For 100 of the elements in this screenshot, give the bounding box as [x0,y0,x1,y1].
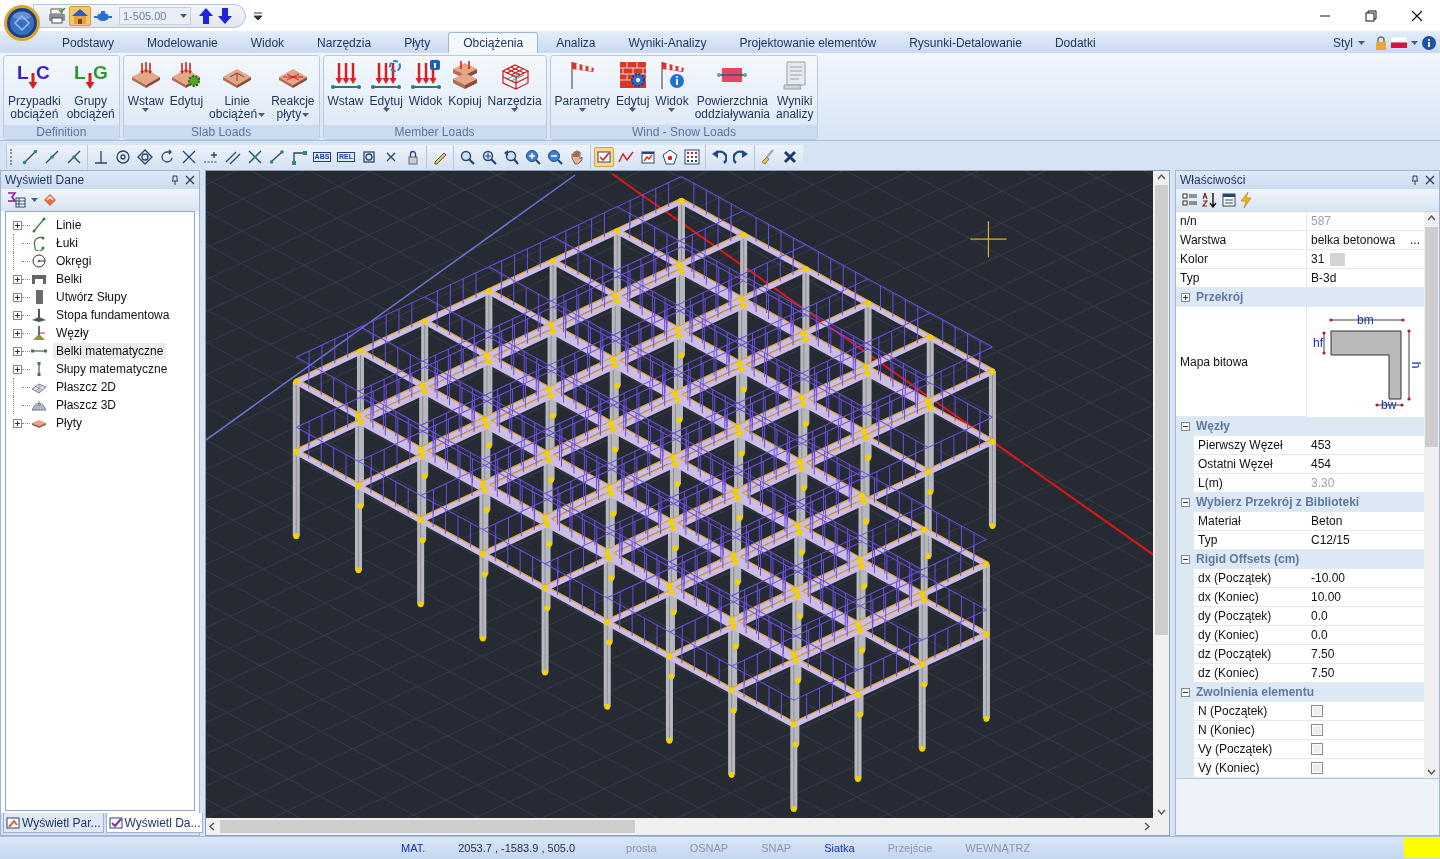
status-indicator [1404,838,1440,858]
ribbon-tab[interactable]: Dodatki [1039,32,1111,53]
tree-item[interactable]: Płaszcz 3D [53,397,120,413]
ribbon-button[interactable]: L C Przypadki obciążeń [5,58,64,122]
tree-item[interactable]: Płyty [53,415,85,431]
group-label: Slab Loads [123,125,319,139]
ribbon-button[interactable]: Edytuj [612,58,653,113]
panel-tab[interactable]: Wyświetl Par... [3,813,104,833]
category-label: Zwolnienia elementu [1196,685,1315,699]
property-value[interactable]: 31 [1311,252,1325,266]
expand-icon[interactable] [13,310,22,320]
ribbon-button[interactable]: Reakcje płyty [268,58,318,122]
ribbon-button[interactable]: Linie obciążeń [206,58,269,122]
ribbon-button[interactable]: Widok [405,58,446,109]
ribbon-tab[interactable]: Projektowanie elementów [724,32,892,53]
down-arrow-icon[interactable] [217,6,233,25]
ribbon-tab[interactable]: Analiza [541,32,611,53]
expand-icon[interactable] [1181,292,1190,302]
ribbon-button[interactable]: L G Grupy obciążeń [63,58,118,122]
ribbon-tab[interactable]: Widok [235,32,300,53]
close-icon[interactable] [185,175,195,185]
close-icon[interactable] [1425,175,1435,185]
ribbon-button[interactable]: Wyniki analizy [773,58,817,122]
expand-icon[interactable] [13,328,22,338]
collapse-icon[interactable] [1181,497,1190,507]
ribbon-tab[interactable]: Płyty [389,32,446,53]
tree-item[interactable]: Utwórz Słupy [53,289,130,305]
teapot-icon[interactable] [94,8,112,23]
ribbon-button[interactable]: Wstaw [324,58,367,109]
toolbar-grip[interactable] [10,149,15,165]
tree-item[interactable]: Okręgi [53,253,95,269]
ribbon-tab[interactable]: Rysunki-Detalowanie [894,32,1037,53]
scroll-thumb[interactable] [220,820,635,833]
category-label: Rigid Offsets (cm) [1196,552,1300,566]
pin-icon[interactable] [1411,175,1419,185]
ribbon-tab[interactable]: Narzędzia [302,32,387,53]
ribbon-button[interactable]: Edytuj [366,58,406,113]
expand-icon[interactable] [13,220,22,230]
expand-icon[interactable] [13,418,22,428]
tree-item[interactable]: Stopa fundamentowa [53,307,173,323]
viewport[interactable] [205,170,1170,836]
checklist-icon [108,815,123,830]
house-icon[interactable] [69,5,91,26]
checkbox[interactable] [1311,743,1323,755]
status-toggle[interactable]: MAT. [401,842,426,854]
checkbox[interactable] [1311,705,1323,717]
tree-item[interactable]: Linie [53,217,85,233]
circle-icon [31,253,47,269]
panel-tab[interactable]: Wyświetl Da... [105,813,204,833]
ribbon-button[interactable]: Parametry [551,58,613,113]
group-label: Wind - Snow Loads [550,125,818,139]
collapse-icon[interactable] [1181,554,1190,564]
flag-icon[interactable] [1391,37,1407,48]
collapse-icon[interactable] [1181,421,1190,431]
ribbon-tab[interactable]: Obciążenia [448,32,539,53]
checkbox[interactable] [1311,762,1323,774]
scroll-thumb[interactable] [1154,185,1168,635]
collapse-icon[interactable] [1181,687,1190,697]
tree-item[interactable]: Słupy matematyczne [53,361,171,377]
tree-item[interactable]: Płaszcz 2D [53,379,120,395]
ribbon-tab[interactable]: Podstawy [47,32,130,53]
ribbon-button[interactable]: Edytuj [166,58,207,109]
style-menu[interactable]: Styl [1333,35,1365,50]
expand-icon[interactable] [13,292,22,302]
tree-item[interactable]: Belki matematyczne [53,343,167,359]
ribbon-tab[interactable]: Modelowanie [132,32,233,53]
tree-item[interactable]: Łuki [53,235,81,251]
tree-item[interactable]: Belki [53,271,85,287]
status-toggle[interactable]: Siatka [824,842,855,854]
printer-icon[interactable] [48,7,66,24]
ribbon-button[interactable]: Kopiuj [445,58,485,109]
property-pages-icon[interactable] [1222,193,1236,207]
expand-icon[interactable] [13,274,22,284]
up-arrow-icon[interactable] [198,6,214,25]
customize-icon[interactable] [254,11,262,20]
ribbon-tab[interactable]: Wyniki-Analizy [613,32,722,53]
ribbon-button[interactable]: Widok [652,58,692,113]
sort-alphabetical-icon[interactable] [1202,192,1218,208]
beam-arrows-refresh-icon [370,59,403,91]
caret-icon [180,13,187,18]
close-icon[interactable] [1411,9,1423,22]
ribbon-button[interactable]: Wstaw [124,58,167,113]
ribbon-button[interactable]: Narzędzia [484,58,545,113]
restore-icon[interactable] [1365,9,1377,22]
expand-icon[interactable] [13,364,22,374]
category-label: Wybierz Przekrój z Biblioteki [1196,495,1360,509]
ribbon-button[interactable]: Powierzchnia oddziaływania [691,58,774,122]
lock-icon[interactable] [1375,35,1387,50]
pin-icon[interactable] [171,175,179,185]
categorized-icon[interactable] [1182,193,1198,207]
scroll-thumb[interactable] [1425,227,1438,447]
expand-icon[interactable] [13,346,22,356]
tree-item[interactable]: Węzły [53,325,92,341]
info-icon[interactable] [1422,35,1436,50]
ellipsis-button[interactable]: ... [1410,233,1420,247]
checkbox[interactable] [1311,724,1323,736]
sigma-list-icon[interactable] [7,192,27,208]
dimension-label: bm [1357,313,1374,327]
coordinates-readout: 2053.7 , -1583.9 , 505.0 [458,842,576,854]
category-label: Przekrój [1196,290,1244,304]
